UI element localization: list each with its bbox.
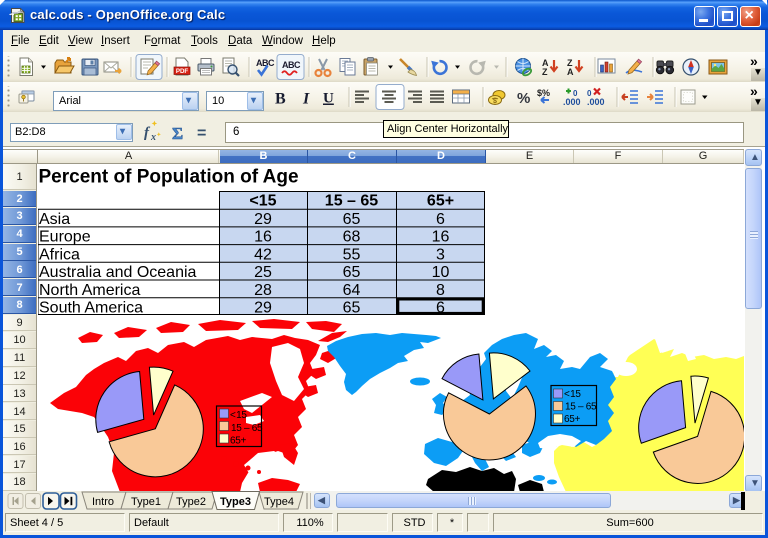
svg-text:< 15: < 15 (564, 389, 581, 400)
svg-text:Europe: Europe (39, 229, 91, 246)
svg-text:x: x (150, 132, 156, 143)
svg-text:I: I (302, 91, 310, 108)
svg-text:Type3: Type3 (220, 496, 251, 508)
svg-text:A: A (567, 67, 574, 77)
svg-text:Type4: Type4 (264, 496, 294, 508)
svg-text:PDF: PDF (176, 68, 189, 75)
svg-text:South America: South America (39, 300, 143, 317)
svg-text:42: 42 (254, 246, 272, 263)
svg-text:%: % (517, 90, 530, 107)
svg-text:U: U (323, 91, 334, 107)
svg-text:Intro: Intro (92, 496, 114, 508)
svg-text:65: 65 (343, 264, 361, 281)
svg-text:65+: 65+ (564, 414, 581, 425)
svg-text:$%: $% (537, 88, 550, 98)
svg-text:Asia: Asia (39, 211, 70, 228)
svg-text:< 15: < 15 (230, 410, 247, 421)
svg-text:16: 16 (254, 229, 272, 246)
svg-text:8: 8 (436, 282, 445, 299)
svg-text:6: 6 (436, 300, 445, 317)
svg-text:65: 65 (343, 211, 361, 228)
svg-text:<15: <15 (249, 193, 276, 210)
svg-text:.000: .000 (587, 97, 605, 107)
svg-text:65+: 65+ (427, 193, 454, 210)
svg-text:29: 29 (254, 211, 272, 228)
svg-text:=: = (197, 125, 206, 142)
svg-text:Type1: Type1 (131, 496, 161, 508)
svg-text:16: 16 (432, 229, 450, 246)
svg-text:Percent of Population of Age: Percent of Population of Age (39, 167, 299, 188)
svg-text:29: 29 (254, 300, 272, 317)
svg-text:10: 10 (432, 264, 450, 281)
svg-text:North America: North America (39, 282, 140, 299)
svg-text:15 – 65: 15 – 65 (231, 423, 263, 434)
svg-text:15 – 65: 15 – 65 (565, 402, 597, 413)
svg-text:Σ: Σ (172, 124, 183, 143)
svg-text:6: 6 (436, 211, 445, 228)
svg-text:25: 25 (254, 264, 272, 281)
svg-text:65: 65 (343, 300, 361, 317)
svg-text:3: 3 (436, 246, 445, 263)
svg-text:Africa: Africa (39, 246, 80, 263)
svg-text:Type2: Type2 (176, 496, 206, 508)
svg-text:Z: Z (542, 67, 548, 77)
svg-text:B: B (275, 91, 286, 108)
svg-text:55: 55 (343, 246, 361, 263)
svg-text:68: 68 (343, 229, 361, 246)
svg-text:28: 28 (254, 282, 272, 299)
svg-text:Australia and Oceania: Australia and Oceania (39, 264, 197, 281)
svg-text:15 – 65: 15 – 65 (325, 193, 378, 210)
svg-text:ABC: ABC (282, 60, 301, 70)
svg-text:f: f (144, 125, 151, 141)
svg-text:$: $ (493, 98, 497, 105)
svg-text:65+: 65+ (230, 436, 247, 447)
svg-text:.000: .000 (563, 97, 581, 107)
svg-text:64: 64 (343, 282, 361, 299)
